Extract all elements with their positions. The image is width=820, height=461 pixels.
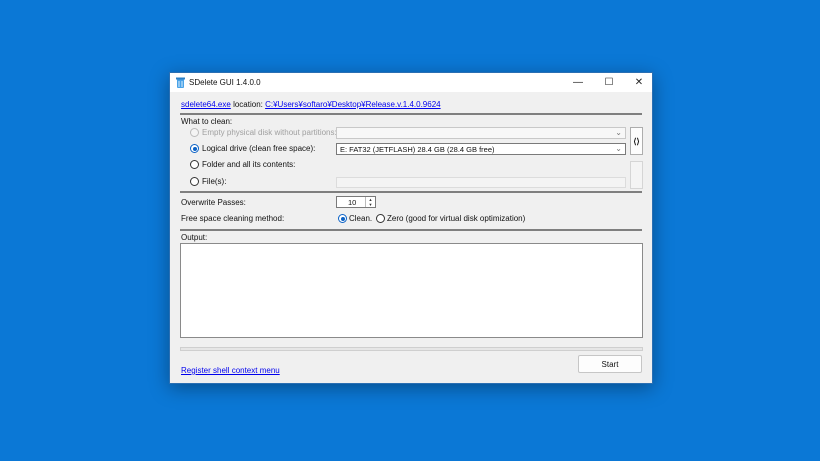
radio-folder[interactable] — [190, 160, 199, 169]
location-label: location: — [233, 100, 263, 109]
sdelete-app-icon — [176, 77, 185, 88]
radio-method-zero[interactable] — [376, 214, 385, 223]
radio-files[interactable] — [190, 177, 199, 186]
chevron-down-icon: ⌄ — [615, 144, 622, 153]
minimize-button[interactable]: — — [563, 73, 593, 92]
close-icon: ✕ — [634, 77, 644, 88]
location-row: sdelete64.exe location: C:¥Users¥softaro… — [181, 100, 441, 109]
files-path-input[interactable] — [336, 177, 626, 188]
path-link[interactable]: C:¥Users¥softaro¥Desktop¥Release.v.1.4.0… — [265, 100, 441, 109]
passes-stepper[interactable]: 10 ▲ ▼ — [336, 196, 376, 208]
logical-drive-dropdown[interactable]: E: FAT32 (JETFLASH) 28.4 GB (28.4 GB fre… — [336, 143, 626, 155]
passes-value: 10 — [348, 198, 357, 207]
method-label: Free space cleaning method: — [181, 214, 285, 223]
close-button[interactable]: ✕ — [624, 73, 654, 92]
option-files-label: File(s): — [202, 177, 227, 186]
exe-link[interactable]: sdelete64.exe — [181, 100, 231, 109]
chevron-down-icon: ⌄ — [615, 128, 622, 137]
output-textarea[interactable] — [180, 243, 643, 338]
option-logical-drive-label: Logical drive (clean free space): — [202, 144, 316, 153]
browse-button[interactable] — [630, 161, 643, 189]
window-title: SDelete GUI 1.4.0.0 — [189, 78, 261, 87]
radio-logical-drive[interactable] — [190, 144, 199, 153]
divider — [180, 191, 642, 193]
output-label: Output: — [181, 233, 208, 242]
radio-method-clean[interactable] — [338, 214, 347, 223]
divider — [180, 113, 642, 115]
physical-disk-dropdown[interactable]: ⌄ — [336, 127, 626, 139]
maximize-icon: ☐ — [604, 77, 614, 88]
title-bar[interactable]: SDelete GUI 1.4.0.0 — ☐ ✕ — [170, 73, 652, 92]
sdelete-window: SDelete GUI 1.4.0.0 — ☐ ✕ sdelete64.exe … — [169, 72, 653, 384]
refresh-button[interactable]: ⟨⟩ — [630, 127, 643, 155]
option-empty-disk-label: Empty physical disk without partitions: — [202, 128, 337, 137]
stepper-arrows[interactable]: ▲ ▼ — [365, 197, 375, 207]
clean-heading: What to clean: — [181, 117, 233, 126]
start-button-label: Start — [601, 359, 619, 369]
start-button[interactable]: Start — [578, 355, 642, 373]
radio-empty-disk[interactable] — [190, 128, 199, 137]
progress-bar — [180, 347, 643, 351]
refresh-icon: ⟨⟩ — [633, 136, 640, 146]
minimize-icon: — — [573, 77, 583, 88]
divider — [180, 229, 642, 231]
method-clean-label: Clean. — [349, 214, 373, 223]
chevron-down-icon[interactable]: ▼ — [366, 202, 375, 207]
register-context-menu-link[interactable]: Register shell context menu — [181, 366, 280, 375]
drive-value: E: FAT32 (JETFLASH) 28.4 GB (28.4 GB fre… — [340, 145, 495, 154]
option-folder-label: Folder and all its contents: — [202, 160, 296, 169]
method-zero-label: Zero (good for virtual disk optimization… — [387, 214, 526, 223]
passes-label: Overwrite Passes: — [181, 198, 246, 207]
maximize-button[interactable]: ☐ — [594, 73, 624, 92]
